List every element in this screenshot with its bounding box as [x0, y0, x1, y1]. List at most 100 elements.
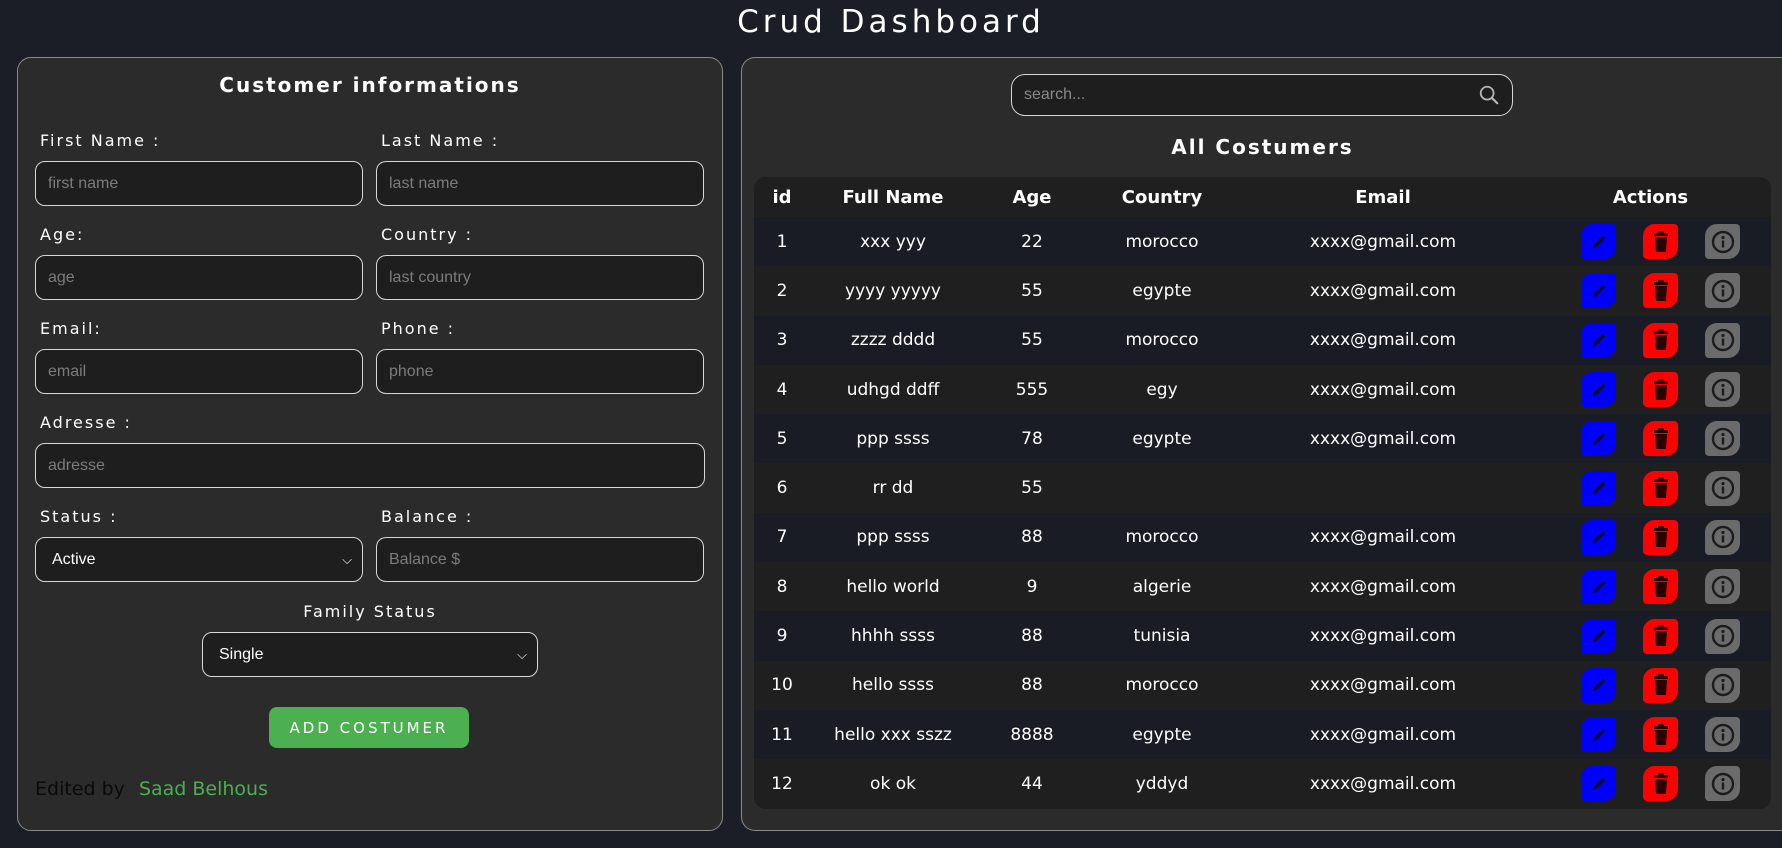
edit-button[interactable] — [1581, 372, 1616, 408]
delete-button[interactable] — [1643, 519, 1678, 555]
cell-full-name: hello xxx sszz — [810, 709, 976, 760]
search-input[interactable] — [1012, 75, 1452, 115]
edit-button[interactable] — [1581, 667, 1616, 703]
cell-country: morocco — [1088, 217, 1236, 267]
info-button[interactable] — [1705, 224, 1740, 260]
cell-actions — [1530, 463, 1771, 513]
pencil-icon — [1592, 728, 1605, 742]
edit-button[interactable] — [1581, 717, 1616, 753]
edit-button[interactable] — [1581, 322, 1616, 358]
cell-email: xxxx@gmail.com — [1236, 759, 1530, 809]
footer-credit: Edited by Saad Belhous — [35, 778, 268, 800]
row-actions — [1530, 513, 1771, 562]
info-button[interactable] — [1705, 273, 1740, 309]
delete-button[interactable] — [1643, 224, 1678, 260]
edit-button[interactable] — [1581, 421, 1616, 457]
delete-button[interactable] — [1643, 618, 1678, 654]
form-title: Customer informations — [219, 73, 521, 97]
delete-button[interactable] — [1643, 667, 1678, 703]
delete-button[interactable] — [1643, 273, 1678, 309]
cell-actions — [1530, 709, 1771, 760]
table-row: 5 ppp ssss 78 egypte xxxx@gmail.com — [754, 414, 1771, 464]
row-actions — [1530, 217, 1771, 266]
cell-email: xxxx@gmail.com — [1236, 414, 1530, 464]
cell-email: xxxx@gmail.com — [1236, 709, 1530, 760]
info-button[interactable] — [1705, 421, 1740, 457]
pencil-icon — [1592, 678, 1605, 692]
trash-icon — [1653, 575, 1668, 597]
cell-full-name: yyyy yyyyy — [810, 266, 976, 316]
cell-id: 11 — [754, 709, 810, 760]
info-icon — [1711, 427, 1734, 451]
cell-age: 55 — [976, 266, 1088, 316]
column-header-age: Age — [976, 177, 1088, 217]
balance-field: Balance : — [376, 507, 704, 582]
pencil-icon — [1592, 235, 1605, 249]
info-button[interactable] — [1705, 470, 1740, 506]
last-name-input[interactable] — [376, 161, 704, 206]
cell-country — [1088, 463, 1236, 513]
family-status-select[interactable]: Single ⌵ — [202, 632, 538, 677]
table-row: 1 xxx yyy 22 morocco xxxx@gmail.com — [754, 217, 1771, 267]
cell-age: 88 — [976, 660, 1088, 710]
delete-button[interactable] — [1643, 569, 1678, 605]
edit-button[interactable] — [1581, 519, 1616, 555]
cell-actions — [1530, 414, 1771, 464]
cell-country: egypte — [1088, 266, 1236, 316]
country-input[interactable] — [376, 255, 704, 300]
delete-button[interactable] — [1643, 372, 1678, 408]
column-header-id: id — [754, 177, 810, 217]
first-name-input[interactable] — [35, 161, 363, 206]
adresse-input[interactable] — [35, 443, 705, 488]
trash-icon — [1653, 625, 1668, 647]
delete-button[interactable] — [1643, 421, 1678, 457]
pencil-icon — [1592, 432, 1605, 446]
add-costumer-button[interactable]: ADD COSTUMER — [269, 707, 469, 748]
delete-button[interactable] — [1643, 322, 1678, 358]
info-button[interactable] — [1705, 519, 1740, 555]
delete-button[interactable] — [1643, 717, 1678, 753]
info-button[interactable] — [1705, 322, 1740, 358]
balance-label: Balance : — [381, 507, 474, 526]
edit-button[interactable] — [1581, 569, 1616, 605]
customers-panel: All Costumers id Full Name Age Country E… — [741, 57, 1782, 831]
cell-email: xxxx@gmail.com — [1236, 660, 1530, 710]
table-row: 7 ppp ssss 88 morocco xxxx@gmail.com — [754, 512, 1771, 563]
balance-input[interactable] — [376, 537, 704, 582]
info-button[interactable] — [1705, 667, 1740, 703]
cell-country: egy — [1088, 364, 1236, 415]
column-header-actions: Actions — [1530, 177, 1771, 217]
edit-button[interactable] — [1581, 224, 1616, 260]
row-actions — [1530, 562, 1771, 611]
info-icon — [1711, 674, 1734, 697]
info-button[interactable] — [1705, 766, 1740, 802]
info-button[interactable] — [1705, 618, 1740, 654]
cell-country: morocco — [1088, 660, 1236, 710]
info-button[interactable] — [1705, 717, 1740, 753]
email-input[interactable] — [35, 349, 363, 394]
trash-icon — [1653, 279, 1668, 301]
edit-button[interactable] — [1581, 766, 1616, 802]
delete-button[interactable] — [1643, 766, 1678, 802]
cell-id: 2 — [754, 266, 810, 316]
cell-actions — [1530, 611, 1771, 661]
table-row: 4 udhgd ddff 555 egy xxxx@gmail.com — [754, 364, 1771, 415]
trash-icon — [1653, 674, 1668, 696]
cell-full-name: xxx yyy — [810, 217, 976, 267]
status-label: Status : — [40, 507, 118, 526]
edit-button[interactable] — [1581, 618, 1616, 654]
age-input[interactable] — [35, 255, 363, 300]
pencil-icon — [1592, 777, 1605, 791]
edit-button[interactable] — [1581, 273, 1616, 309]
phone-input[interactable] — [376, 349, 704, 394]
delete-button[interactable] — [1643, 470, 1678, 506]
trash-icon — [1653, 526, 1668, 548]
edit-button[interactable] — [1581, 470, 1616, 506]
info-button[interactable] — [1705, 569, 1740, 605]
pencil-icon — [1592, 629, 1605, 643]
cell-actions — [1530, 660, 1771, 710]
search-icon[interactable] — [1478, 84, 1500, 106]
info-button[interactable] — [1705, 372, 1740, 408]
email-field: Email: — [35, 319, 363, 394]
status-select[interactable]: Active ⌵ — [35, 537, 363, 582]
